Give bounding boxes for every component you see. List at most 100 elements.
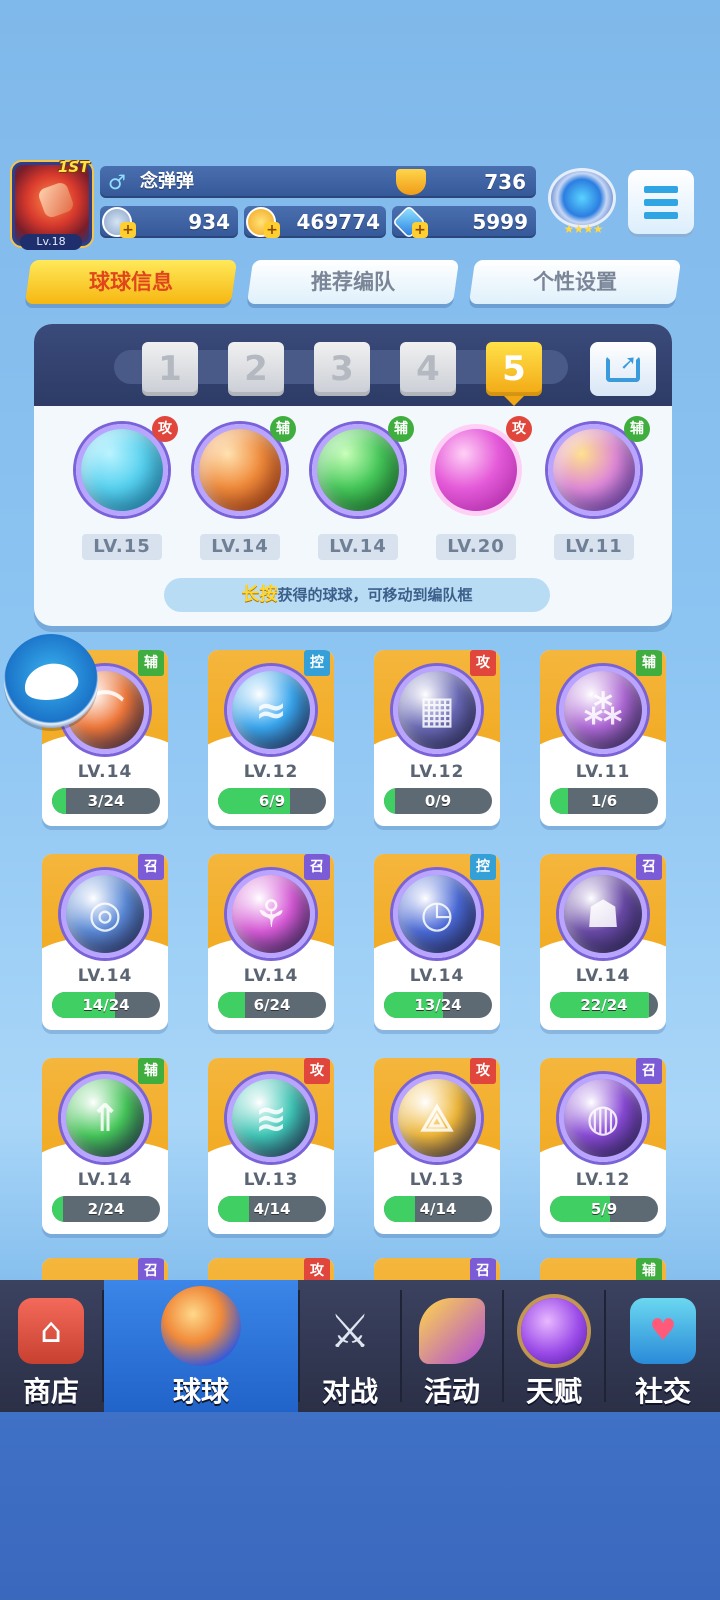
nav-balls[interactable]: 球球 — [104, 1280, 298, 1412]
slot-pointer — [504, 396, 524, 406]
ball-card[interactable]: ◎ 召 LV.14 14/24 — [42, 854, 168, 1030]
summon-tag: 召 — [470, 1258, 496, 1282]
team-level: LV.14 — [318, 534, 398, 560]
ball-card[interactable]: ▦ 攻 LV.12 0/9 — [374, 650, 500, 826]
shop-icon: ⌂ — [18, 1298, 84, 1364]
card-progress-bar: 6/24 — [218, 992, 326, 1018]
team-slot-1[interactable]: 1 — [142, 342, 198, 396]
card-level: LV.12 — [243, 762, 299, 782]
nav-social[interactable]: ♥ 社交 — [606, 1280, 720, 1412]
support-tag: 辅 — [624, 416, 650, 442]
card-progress-text: 13/24 — [414, 996, 462, 1014]
ball-card[interactable]: ⁂ 辅 LV.11 1/6 — [540, 650, 666, 826]
fist-icon — [36, 180, 76, 220]
stamina-bar: + 934 — [100, 206, 238, 238]
card-progress-text: 14/24 — [82, 996, 130, 1014]
nav-battle[interactable]: ⚔ 对战 — [300, 1280, 400, 1412]
team-slot-2[interactable]: 2 — [228, 342, 284, 396]
team-slot-5[interactable]: 5 — [486, 342, 542, 396]
add-gem-icon[interactable]: + — [412, 222, 428, 238]
summon-tag: 召 — [636, 854, 662, 880]
ball-card[interactable]: ⚘ 召 LV.14 6/24 — [208, 854, 334, 1030]
swirl-blue-ball-icon: ◎ — [61, 870, 149, 958]
card-progress-bar: 0/9 — [384, 788, 492, 814]
ball-card-partial[interactable]: 辅 — [540, 1258, 666, 1282]
crowd-rainbow-ball-icon — [548, 424, 640, 516]
ball-card[interactable]: ≈ 控 LV.12 6/9 — [208, 650, 334, 826]
nav-events[interactable]: 活动 — [402, 1280, 502, 1412]
team-level: LV.14 — [200, 534, 280, 560]
green-arrow-star-ball-icon — [312, 424, 404, 516]
wave-ball-icon: ≈ — [227, 666, 315, 754]
attack-tag: 攻 — [506, 416, 532, 442]
tornado-teal-ball-icon: ≋ — [227, 1074, 315, 1162]
card-progress-bar: 3/24 — [52, 788, 160, 814]
add-stamina-icon[interactable]: + — [120, 222, 136, 238]
support-tag: 辅 — [388, 416, 414, 442]
name-trophy-bar: ♂ 念弹弹 736 — [100, 166, 536, 198]
share-button[interactable]: ➚ — [590, 342, 656, 396]
ball-card[interactable]: ◍ 召 LV.12 5/9 — [540, 1058, 666, 1234]
ball-card-partial[interactable]: 召 — [42, 1258, 168, 1282]
card-progress-text: 6/24 — [253, 996, 291, 1014]
ball-card-partial[interactable]: 攻 — [208, 1258, 334, 1282]
card-level: LV.14 — [575, 966, 631, 986]
attack-tag: 攻 — [470, 650, 496, 676]
crowd-rainbow-ball-icon: ⁂ — [559, 666, 647, 754]
ball-card[interactable]: ⟁ 攻 LV.13 4/14 — [374, 1058, 500, 1234]
control-tag: 控 — [470, 854, 496, 880]
team-panel: 1 2 3 4 5 ➚ 攻 LV.15 辅 LV.14 辅 LV.14 攻 LV… — [34, 324, 672, 626]
menu-button[interactable] — [628, 170, 694, 234]
card-progress-text: 4/14 — [253, 1200, 291, 1218]
grid-dark-ball-icon: ▦ — [393, 666, 481, 754]
tab-recommended-team[interactable]: 推荐编队 — [246, 260, 460, 304]
card-progress-bar: 2/24 — [52, 1196, 160, 1222]
team-member-5[interactable]: 辅 LV.11 — [544, 416, 650, 560]
ball-card[interactable]: ◷ 控 LV.14 13/24 — [374, 854, 500, 1030]
summon-tag: 召 — [138, 854, 164, 880]
team-member-3[interactable]: 辅 LV.14 — [308, 416, 414, 560]
gem-count: 5999 — [472, 210, 528, 234]
card-progress-bar: 1/6 — [550, 788, 658, 814]
team-slot-3[interactable]: 3 — [314, 342, 370, 396]
card-progress-text: 2/24 — [87, 1200, 125, 1218]
ball-card[interactable]: ≋ 攻 LV.13 4/14 — [208, 1058, 334, 1234]
card-progress-text: 1/6 — [590, 792, 618, 810]
team-level: LV.11 — [554, 534, 634, 560]
tab-ball-info[interactable]: 球球信息 — [24, 260, 238, 304]
trophy-count: 736 — [484, 170, 526, 194]
team-member-1[interactable]: 攻 LV.15 — [72, 416, 178, 560]
attack-tag: 攻 — [152, 416, 178, 442]
team-member-2[interactable]: 辅 LV.14 — [190, 416, 296, 560]
ball-card[interactable]: ⇑ 辅 LV.14 2/24 — [42, 1058, 168, 1234]
attack-tag: 攻 — [304, 1258, 330, 1282]
gold-triad-ball-icon: ⟁ — [393, 1074, 481, 1162]
party-popper-icon — [419, 1298, 485, 1364]
nav-shop[interactable]: ⌂ 商店 — [0, 1280, 102, 1412]
nav-talent[interactable]: 天赋 — [504, 1280, 604, 1412]
support-tag: 辅 — [138, 1058, 164, 1084]
clock-blue-ball-icon: ◷ — [393, 870, 481, 958]
pink-shield-ball-icon — [430, 424, 522, 516]
menu-line — [644, 186, 678, 193]
tab-personal-settings[interactable]: 个性设置 — [468, 260, 682, 304]
gold-bar: + 469774 — [244, 206, 386, 238]
rank-emblem-icon[interactable] — [548, 168, 616, 228]
whale-float-button[interactable] — [4, 634, 98, 728]
player-name[interactable]: 念弹弹 — [140, 166, 194, 198]
team-level: LV.15 — [82, 534, 162, 560]
attack-tag: 攻 — [470, 1058, 496, 1084]
summon-tag: 召 — [304, 854, 330, 880]
card-progress-text: 6/9 — [258, 792, 286, 810]
card-level: LV.14 — [243, 966, 299, 986]
crossed-swords-icon: ⚔ — [329, 1304, 371, 1358]
team-slot-4[interactable]: 4 — [400, 342, 456, 396]
team-slot-header: 1 2 3 4 5 ➚ — [34, 324, 672, 406]
menu-line — [644, 199, 678, 206]
support-tag: 辅 — [138, 650, 164, 676]
card-progress-bar: 13/24 — [384, 992, 492, 1018]
ball-card[interactable]: ☗ 召 LV.14 22/24 — [540, 854, 666, 1030]
team-member-4[interactable]: 攻 LV.20 — [426, 416, 532, 560]
add-gold-icon[interactable]: + — [264, 222, 280, 238]
ball-card-partial[interactable]: 召 — [374, 1258, 500, 1282]
